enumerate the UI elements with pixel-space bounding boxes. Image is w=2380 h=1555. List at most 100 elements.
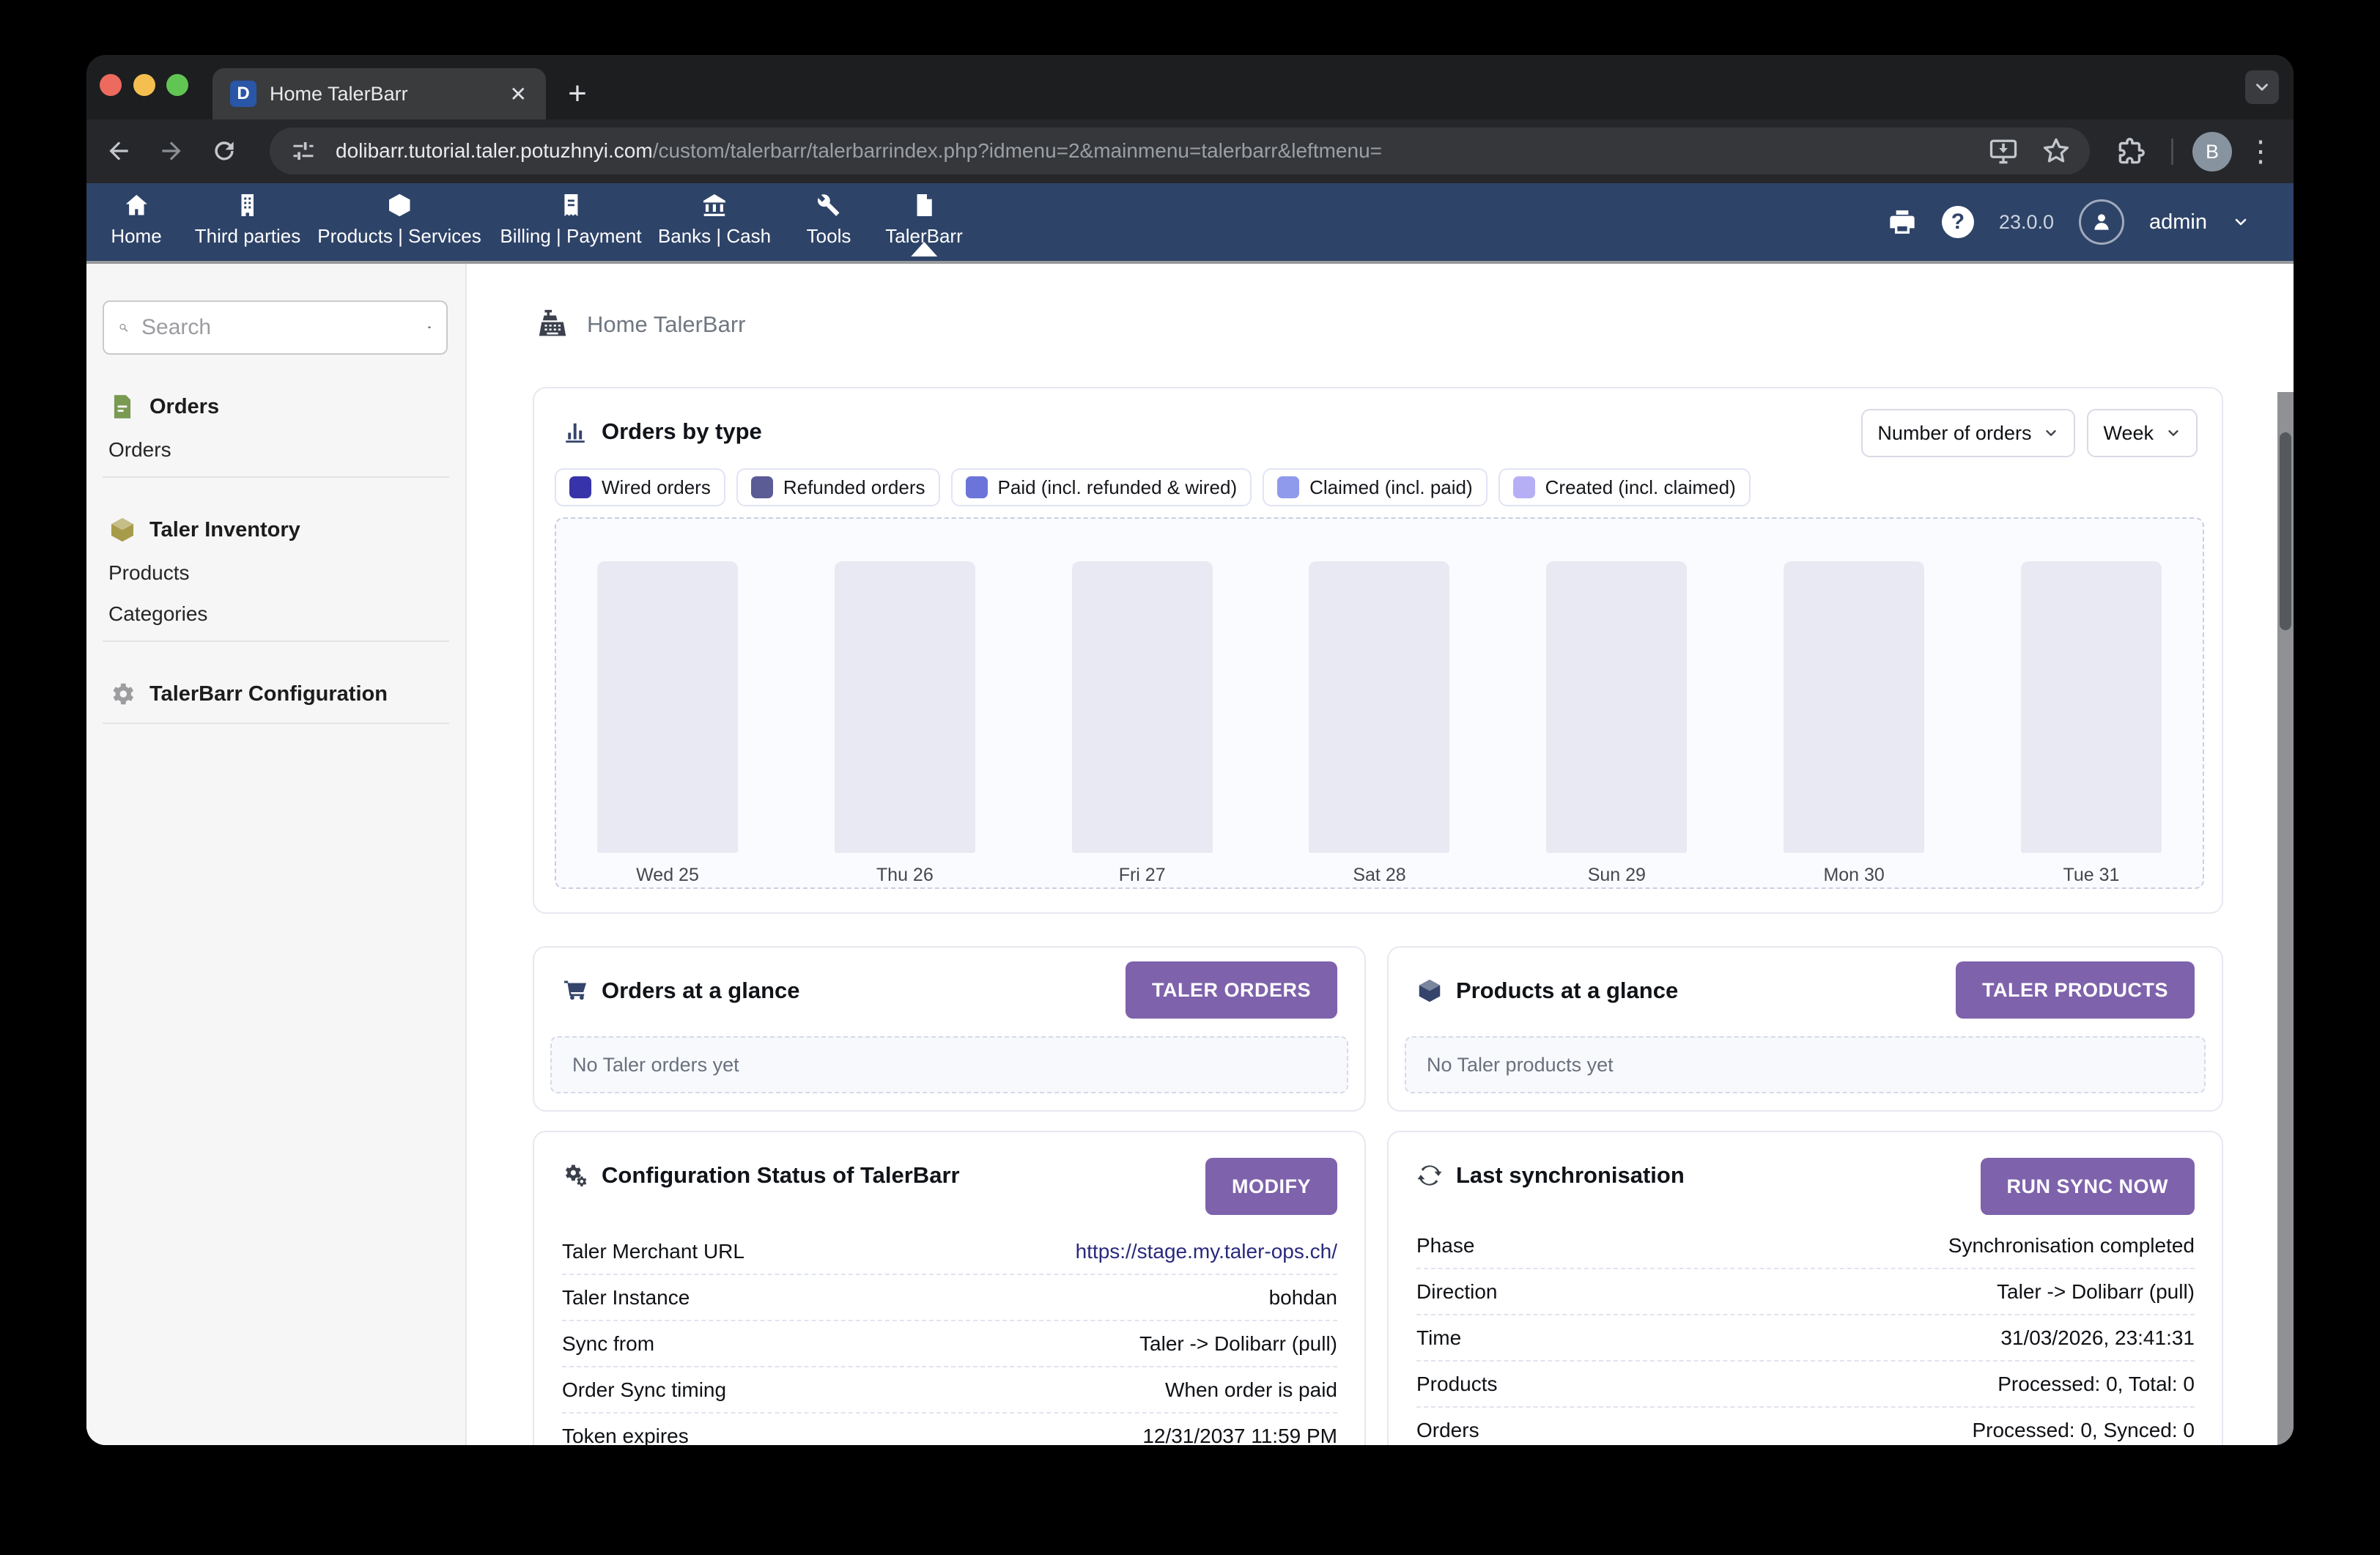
- user-menu-chevron-icon[interactable]: [2232, 213, 2250, 231]
- orders-glance-header: Orders at a glance: [562, 962, 800, 1019]
- top-menu-item[interactable]: TalerBarr: [885, 192, 962, 248]
- orders-empty-state: No Taler orders yet: [550, 1036, 1348, 1093]
- legend-label: Wired orders: [602, 476, 711, 499]
- chart-columns: Wed 25 Thu 26 Fri 27 Sat 28: [597, 561, 2162, 886]
- top-menu-item[interactable]: Tools: [807, 192, 851, 248]
- sync-row: Phase Synchronisation completed: [1416, 1223, 2195, 1269]
- sidebar-sections: Orders Orders Taler Inventory Products Categ…: [86, 393, 465, 724]
- chevron-down-icon: [2043, 425, 2059, 441]
- legend-swatch: [1277, 476, 1299, 498]
- sidebar-section-header[interactable]: Taler Inventory: [108, 516, 443, 544]
- active-menu-caret: [911, 242, 937, 256]
- row-value: Synchronisation completed: [1948, 1234, 2195, 1257]
- help-icon[interactable]: ?: [1942, 206, 1974, 238]
- modify-button[interactable]: MODIFY: [1205, 1158, 1337, 1215]
- menu-item-label: Banks | Cash: [658, 225, 771, 248]
- install-app-icon[interactable]: [1987, 135, 2019, 167]
- legend-item[interactable]: Refunded orders: [736, 468, 940, 506]
- sidebar-section-header[interactable]: TalerBarr Configuration: [108, 680, 443, 708]
- taler-products-button[interactable]: TALER PRODUCTS: [1956, 961, 2195, 1019]
- scrollbar-track[interactable]: [2277, 392, 2294, 1445]
- legend-item[interactable]: Created (incl. claimed): [1498, 468, 1751, 506]
- reload-button[interactable]: [207, 133, 242, 169]
- day-column-placeholder: [2021, 561, 2162, 853]
- top-menu-item[interactable]: Billing | Payment: [500, 192, 641, 248]
- new-tab-button[interactable]: +: [559, 75, 596, 112]
- top-menu-item[interactable]: Banks | Cash: [658, 192, 771, 248]
- menu-item-icon: [386, 192, 413, 218]
- extensions-icon[interactable]: [2113, 135, 2147, 169]
- metric-select[interactable]: Number of orders: [1861, 409, 2075, 457]
- username-label[interactable]: admin: [2149, 210, 2207, 234]
- browser-menu-icon[interactable]: ⋮: [2244, 135, 2277, 169]
- close-window-button[interactable]: [100, 74, 122, 96]
- user-avatar[interactable]: [2079, 199, 2124, 245]
- config-row: Token expires 12/31/2037 11:59 PM: [562, 1414, 1337, 1445]
- run-sync-now-button[interactable]: RUN SYNC NOW: [1981, 1158, 2195, 1215]
- legend-label: Created (incl. claimed): [1545, 476, 1736, 499]
- chart-day-column: Sat 28: [1309, 561, 1449, 886]
- menu-item-label: Third parties: [195, 225, 301, 248]
- browser-tab[interactable]: D Home TalerBarr ✕: [212, 68, 546, 119]
- day-column-placeholder: [1072, 561, 1213, 853]
- orders-by-type-card: Orders by type Number of orders Week: [533, 387, 2223, 914]
- print-icon[interactable]: [1888, 207, 1917, 237]
- legend-item[interactable]: Wired orders: [555, 468, 725, 506]
- chart-day-column: Thu 26: [835, 561, 975, 886]
- version-label: 23.0.0: [1999, 211, 2054, 234]
- row-value: 12/31/2037 11:59 PM: [1142, 1425, 1337, 1446]
- row-label: Phase: [1416, 1234, 1474, 1257]
- sync-rows: Phase Synchronisation completed Directio…: [1416, 1223, 2195, 1445]
- taler-orders-button[interactable]: TALER ORDERS: [1126, 961, 1337, 1019]
- back-button[interactable]: [101, 133, 136, 169]
- scrollbar-thumb[interactable]: [2280, 432, 2291, 630]
- url-path: /custom/talerbarr/talerbarrindex.php?idm…: [653, 139, 1382, 162]
- config-row: Order Sync timing When order is paid: [562, 1367, 1337, 1414]
- sidebar-item-categories[interactable]: Categories: [108, 602, 443, 626]
- chart-plot-area: Wed 25 Thu 26 Fri 27 Sat 28: [555, 517, 2204, 889]
- sidebar-item-products[interactable]: Products: [108, 561, 443, 585]
- row-label: Time: [1416, 1326, 1461, 1350]
- forward-button[interactable]: [154, 133, 189, 169]
- menu-item-icon: [123, 192, 149, 218]
- period-select[interactable]: Week: [2087, 409, 2198, 457]
- page-title-text: Home TalerBarr: [587, 311, 746, 338]
- address-bar[interactable]: dolibarr.tutorial.taler.potuzhnyi.com/cu…: [270, 128, 2090, 174]
- minimize-window-button[interactable]: [133, 74, 155, 96]
- menu-item-icon: [816, 192, 842, 218]
- tab-close-icon[interactable]: ✕: [510, 82, 527, 106]
- tab-title: Home TalerBarr: [270, 83, 510, 106]
- menu-item-icon: [234, 192, 261, 218]
- chart-day-column: Tue 31: [2021, 561, 2162, 886]
- period-select-value: Week: [2103, 422, 2154, 445]
- sidebar-item-orders[interactable]: Orders: [108, 438, 443, 462]
- menu-item-label: Billing | Payment: [500, 225, 641, 248]
- sidebar-search[interactable]: [103, 300, 448, 355]
- browser-profile-avatar[interactable]: B: [2192, 132, 2232, 171]
- zoom-window-button[interactable]: [166, 74, 188, 96]
- sidebar-divider: [103, 723, 449, 724]
- day-label: Mon 30: [1784, 865, 1924, 886]
- top-menu-item[interactable]: Third parties: [195, 192, 301, 248]
- arrow-left-icon: [105, 137, 133, 165]
- bookmark-star-icon[interactable]: [2040, 135, 2072, 167]
- search-icon: [119, 315, 128, 340]
- search-input[interactable]: [140, 314, 426, 341]
- browser-window: D Home TalerBarr ✕ + dolibarr.tutorial.t…: [86, 55, 2294, 1445]
- top-menu-item[interactable]: Products | Services: [317, 192, 481, 248]
- row-value: Taler -> Dolibarr (pull): [1139, 1332, 1337, 1356]
- sidebar-section-header[interactable]: Orders: [108, 393, 443, 421]
- sidebar-section-title: TalerBarr Configuration: [149, 682, 388, 706]
- row-label: Orders: [1416, 1419, 1479, 1442]
- search-dropdown-caret-icon[interactable]: [426, 318, 433, 337]
- legend-swatch: [751, 476, 773, 498]
- tab-search-button[interactable]: [2245, 70, 2279, 104]
- row-label: Order Sync timing: [562, 1378, 726, 1402]
- legend-item[interactable]: Claimed (incl. paid): [1263, 468, 1488, 506]
- site-info-icon[interactable]: [290, 138, 317, 164]
- top-menu-item[interactable]: Home: [111, 192, 161, 248]
- legend-item[interactable]: Paid (incl. refunded & wired): [951, 468, 1252, 506]
- day-column-placeholder: [1784, 561, 1924, 853]
- day-column-placeholder: [1309, 561, 1449, 853]
- legend-label: Refunded orders: [783, 476, 925, 499]
